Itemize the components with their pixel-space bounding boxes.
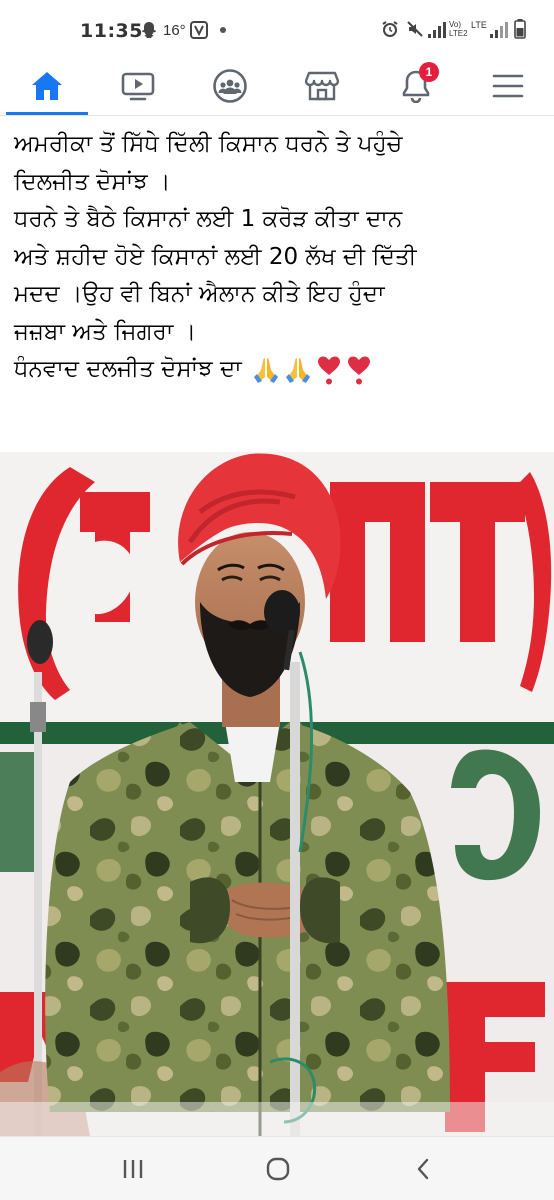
nav-marketplace[interactable] [282, 58, 362, 114]
notification-count-badge: 1 [419, 62, 439, 82]
alarm-icon [382, 21, 398, 37]
post-last-line: ਧੰਨਵਾਦ ਦਲਜੀਤ ਦੋਸਾਂਝ ਦਾ [14, 351, 540, 389]
status-bar: 11:35 16° Vo) LTE2 LTE [0, 0, 554, 58]
battery-icon [514, 19, 526, 39]
post-line: ਜਜ਼ਬਾ ਅਤੇ ਜਿਗਰਾ । [14, 318, 197, 345]
back-icon [417, 1158, 429, 1180]
home-circle-icon [266, 1157, 290, 1181]
android-navigation-bar [0, 1136, 554, 1200]
more-notifications-dot-icon [220, 27, 226, 33]
status-temperature: 16° [163, 22, 186, 39]
post-text: ਅਮਰੀਕਾ ਤੋਂ ਸਿੱਧੇ ਦਿੱਲੀ ਕਿਸਾਨ ਧਰਨੇ ਤੇ ਪਹੁ… [0, 116, 554, 452]
post-line: ਅਤੇ ਸ਼ਹੀਦ ਹੋਏ ਕਿਸਾਨਾਂ ਲਈ 20 ਲੱਖ ਦੀ ਦਿੱਤੀ [14, 243, 417, 270]
video-play-icon [121, 72, 155, 101]
signal-strength-2-icon [490, 22, 508, 38]
folded-hands-emoji [254, 357, 279, 383]
recent-apps-icon [123, 1160, 143, 1178]
post-line: ਦਿਲਜੀਤ ਦੋਸਾਂਝ । [14, 168, 171, 195]
folded-hands-emoji [286, 357, 311, 383]
mute-icon [407, 21, 423, 37]
recent-apps-button[interactable] [83, 1137, 183, 1200]
heart-exclamation-emoji [348, 356, 371, 384]
post-line: ਧਰਨੇ ਤੇ ਬੈਠੇ ਕਿਸਾਨਾਂ ਲਈ 1 ਕਰੋੜ ਕੀਤਾ ਦਾਨ [14, 206, 403, 232]
photo-illustration [0, 452, 554, 1136]
volte-label: Vo) LTE2 [449, 20, 468, 38]
nav-notifications[interactable]: 1 [376, 58, 456, 114]
back-button[interactable] [373, 1137, 473, 1200]
nav-menu[interactable] [468, 58, 548, 114]
snapchat-notification-icon [142, 22, 156, 38]
network-type: LTE [471, 20, 487, 30]
signal-strength-icon [428, 22, 446, 38]
status-time: 11:35 [80, 20, 143, 42]
home-icon [32, 72, 62, 100]
post-photo[interactable] [0, 452, 554, 1136]
groups-icon [213, 69, 247, 103]
nav-home[interactable] [6, 58, 88, 115]
app-notification-icon [190, 21, 208, 39]
top-navigation-bar: 1 [0, 58, 554, 116]
nav-watch[interactable] [98, 58, 178, 114]
post-line: ਅਮਰੀਕਾ ਤੋਂ ਸਿੱਧੇ ਦਿੱਲੀ ਕਿਸਾਨ ਧਰਨੇ ਤੇ ਪਹੁ… [14, 131, 403, 157]
post-line: ਧੰਨਵਾਦ ਦਲਜੀਤ ਦੋਸਾਂਝ ਦਾ [14, 356, 242, 382]
store-icon [305, 71, 339, 101]
hamburger-menu-icon [492, 74, 524, 98]
post-line: ਮਦਦ ।ਉਹ ਵੀ ਬਿਨਾਂ ਐਲਾਨ ਕੀਤੇ ਇਹ ਹੁੰਦਾ [14, 281, 385, 307]
home-button[interactable] [228, 1137, 328, 1200]
heart-exclamation-emoji [318, 356, 341, 384]
nav-groups[interactable] [190, 58, 270, 114]
